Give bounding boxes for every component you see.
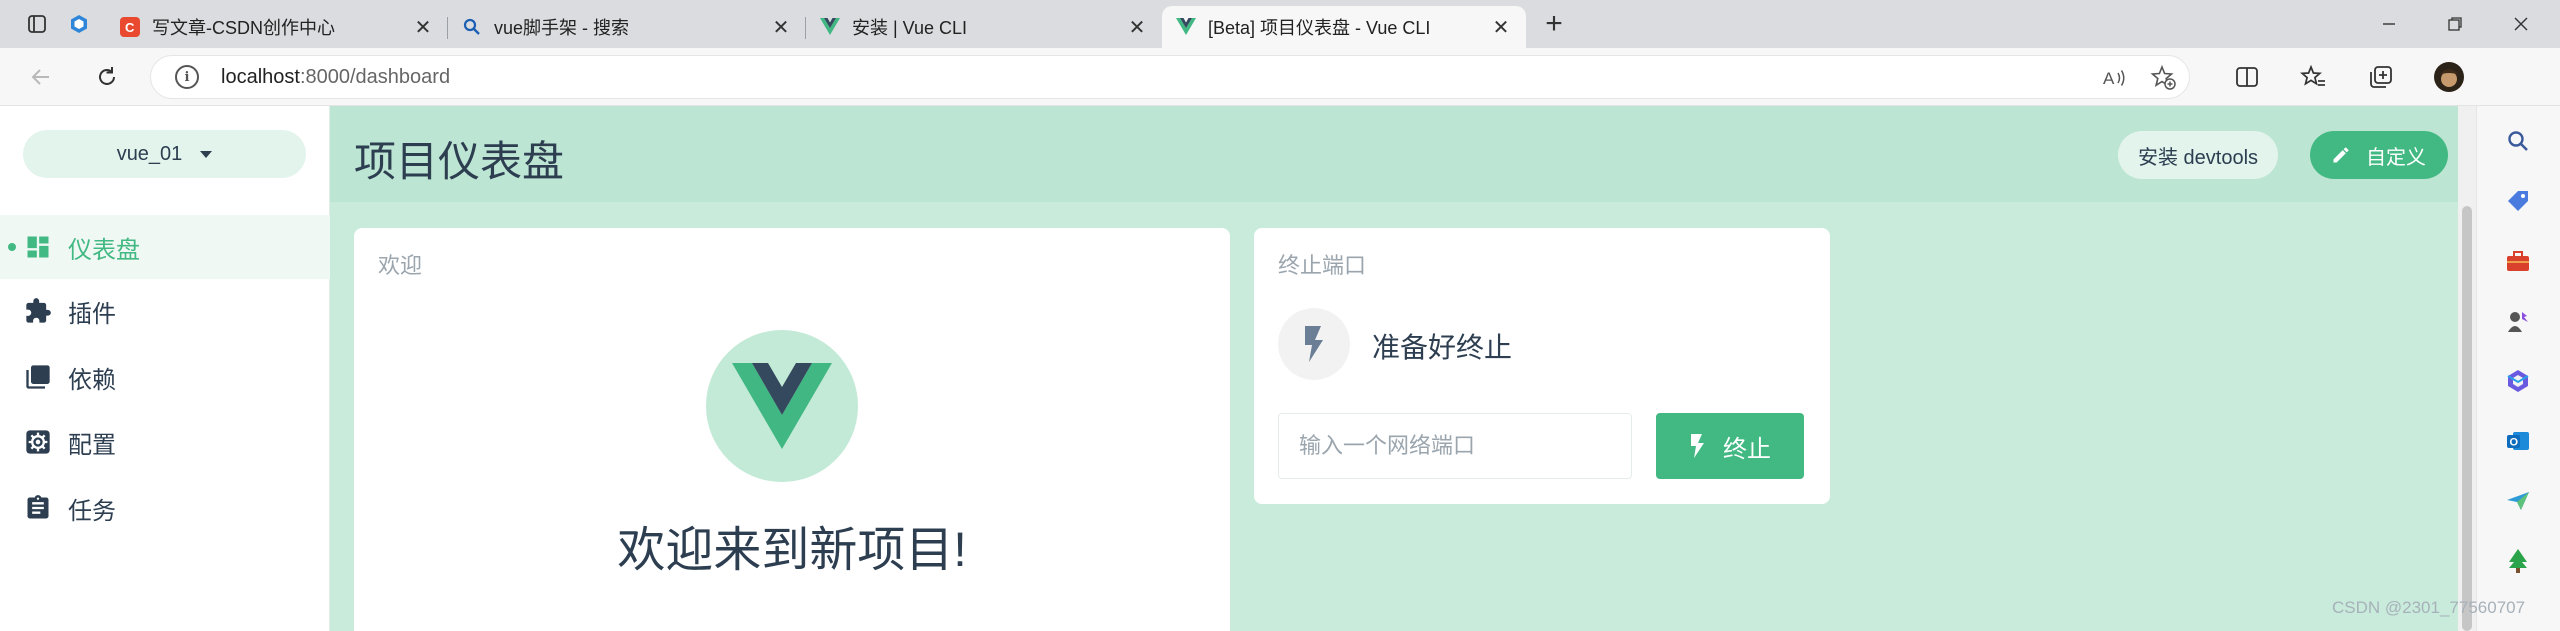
close-window-button[interactable] — [2486, 0, 2556, 48]
settings-icon — [22, 426, 54, 458]
edge-sidebar: O — [2476, 106, 2560, 631]
nav-item-configuration[interactable]: 配置 — [0, 410, 330, 474]
microsoft365-icon[interactable] — [2503, 366, 2533, 396]
address-bar[interactable]: i localhost:8000/dashboard A — [150, 55, 2190, 99]
outlook-icon[interactable]: O — [2503, 426, 2533, 456]
kill-button[interactable]: 终止 — [1656, 413, 1804, 479]
kill-status: 准备好终止 — [1372, 332, 1513, 363]
tab-title: [Beta] 项目仪表盘 - Vue CLI — [1208, 18, 1431, 38]
new-tab-button[interactable]: + — [1534, 4, 1574, 44]
tab-close-icon[interactable]: ✕ — [1490, 16, 1512, 39]
svg-text:A: A — [2103, 69, 2115, 88]
puzzle-icon — [22, 295, 54, 327]
tab-vue-cli-install[interactable]: 安装 | Vue CLI ✕ — [806, 6, 1162, 48]
nav-label: 任务 — [68, 497, 116, 525]
csdn-watermark: CSDN @2301_77560707 — [2332, 598, 2526, 617]
nav-label: 配置 — [68, 431, 116, 459]
svg-text:O: O — [2510, 437, 2519, 449]
browser-toolbar: i localhost:8000/dashboard A — [0, 48, 2560, 106]
port-input[interactable] — [1278, 413, 1632, 479]
scrollbar-thumb[interactable] — [2462, 206, 2472, 631]
project-selector[interactable]: vue_01 — [23, 130, 306, 178]
nav-item-tasks[interactable]: 任务 — [0, 476, 330, 540]
tab-close-icon[interactable]: ✕ — [412, 16, 434, 39]
tab-vue-cli-dashboard[interactable]: [Beta] 项目仪表盘 - Vue CLI ✕ — [1162, 6, 1526, 48]
tab-close-icon[interactable]: ✕ — [770, 16, 792, 39]
shopping-tag-icon[interactable] — [2503, 186, 2533, 216]
add-favorite-icon[interactable] — [2143, 56, 2183, 100]
active-indicator — [8, 243, 16, 251]
welcome-message: 欢迎来到新项目! — [617, 524, 967, 577]
tab-title: vue脚手架 - 搜索 — [494, 18, 630, 38]
tools-briefcase-icon[interactable] — [2503, 246, 2533, 276]
reload-button[interactable] — [88, 58, 126, 96]
flash-icon — [1278, 308, 1350, 380]
nav-label: 依赖 — [68, 366, 116, 394]
vue-favicon — [1176, 17, 1196, 37]
welcome-widget: 欢迎 欢迎来到新项目! — [354, 228, 1230, 631]
page-header: 项目仪表盘 安装 devtools 自定义 — [330, 106, 2458, 202]
tab-bing-search[interactable]: vue脚手架 - 搜索 ✕ — [448, 6, 806, 48]
tab-actions-icon[interactable] — [20, 7, 54, 41]
tree-icon[interactable] — [2503, 546, 2533, 576]
bing-search-favicon — [462, 17, 482, 37]
collections-icon[interactable] — [2362, 58, 2400, 96]
project-name: vue_01 — [116, 142, 183, 165]
csdn-favicon: C — [120, 17, 140, 37]
minimize-button[interactable] — [2354, 0, 2424, 48]
send-paper-plane-icon[interactable] — [2503, 486, 2533, 516]
pencil-icon — [2330, 144, 2352, 166]
tab-title: 安装 | Vue CLI — [852, 18, 968, 38]
install-devtools-button[interactable]: 安装 devtools — [2118, 131, 2279, 179]
workspaces-icon[interactable] — [62, 7, 96, 41]
page-scrollbar[interactable] — [2458, 106, 2476, 631]
page-title: 项目仪表盘 — [354, 138, 565, 185]
games-icon[interactable] — [2503, 306, 2533, 336]
vue-logo — [706, 330, 858, 482]
project-sidebar: vue_01 仪表盘 插件 依赖 配置 任务 — [0, 106, 330, 631]
customize-button[interactable]: 自定义 — [2310, 131, 2448, 179]
url-path: :8000/dashboard — [299, 65, 451, 88]
restore-button[interactable] — [2420, 0, 2490, 48]
widget-title: 终止端口 — [1278, 253, 1367, 278]
clipboard-icon — [22, 492, 54, 524]
dashboard-main: 项目仪表盘 安装 devtools 自定义 欢迎 欢迎来到新项目! 终止端口 准… — [330, 106, 2458, 631]
flash-icon — [1689, 433, 1705, 459]
address-url: localhost:8000/dashboard — [221, 66, 450, 89]
nav-item-plugins[interactable]: 插件 — [0, 279, 330, 343]
site-info-icon[interactable]: i — [175, 65, 199, 89]
svg-text:C: C — [125, 20, 135, 34]
kill-port-widget: 终止端口 准备好终止 终止 — [1254, 228, 1830, 504]
browser-tab-bar: C 写文章-CSDN创作中心 ✕ vue脚手架 - 搜索 ✕ 安装 | Vue … — [0, 0, 2560, 48]
nav-label: 仪表盘 — [68, 236, 140, 264]
url-host: localhost — [221, 65, 300, 88]
widget-title: 欢迎 — [378, 253, 423, 278]
nav-item-dependencies[interactable]: 依赖 — [0, 345, 330, 409]
tab-csdn[interactable]: C 写文章-CSDN创作中心 ✕ — [106, 6, 448, 48]
library-books-icon — [22, 361, 54, 393]
kill-button-label: 终止 — [1723, 435, 1771, 463]
search-icon[interactable] — [2503, 126, 2533, 156]
dashboard-icon — [22, 231, 54, 263]
nav-label: 插件 — [68, 300, 116, 328]
tab-close-icon[interactable]: ✕ — [1126, 16, 1148, 39]
split-screen-icon[interactable] — [2228, 58, 2266, 96]
favorites-icon[interactable] — [2294, 58, 2332, 96]
customize-label: 自定义 — [2366, 146, 2426, 169]
nav-item-dashboard[interactable]: 仪表盘 — [0, 215, 330, 279]
profile-avatar[interactable] — [2430, 58, 2468, 96]
read-aloud-icon[interactable]: A — [2095, 56, 2135, 100]
vue-favicon — [820, 17, 840, 37]
back-button[interactable] — [22, 58, 60, 96]
tab-title: 写文章-CSDN创作中心 — [152, 18, 335, 38]
caret-down-icon — [200, 150, 213, 158]
